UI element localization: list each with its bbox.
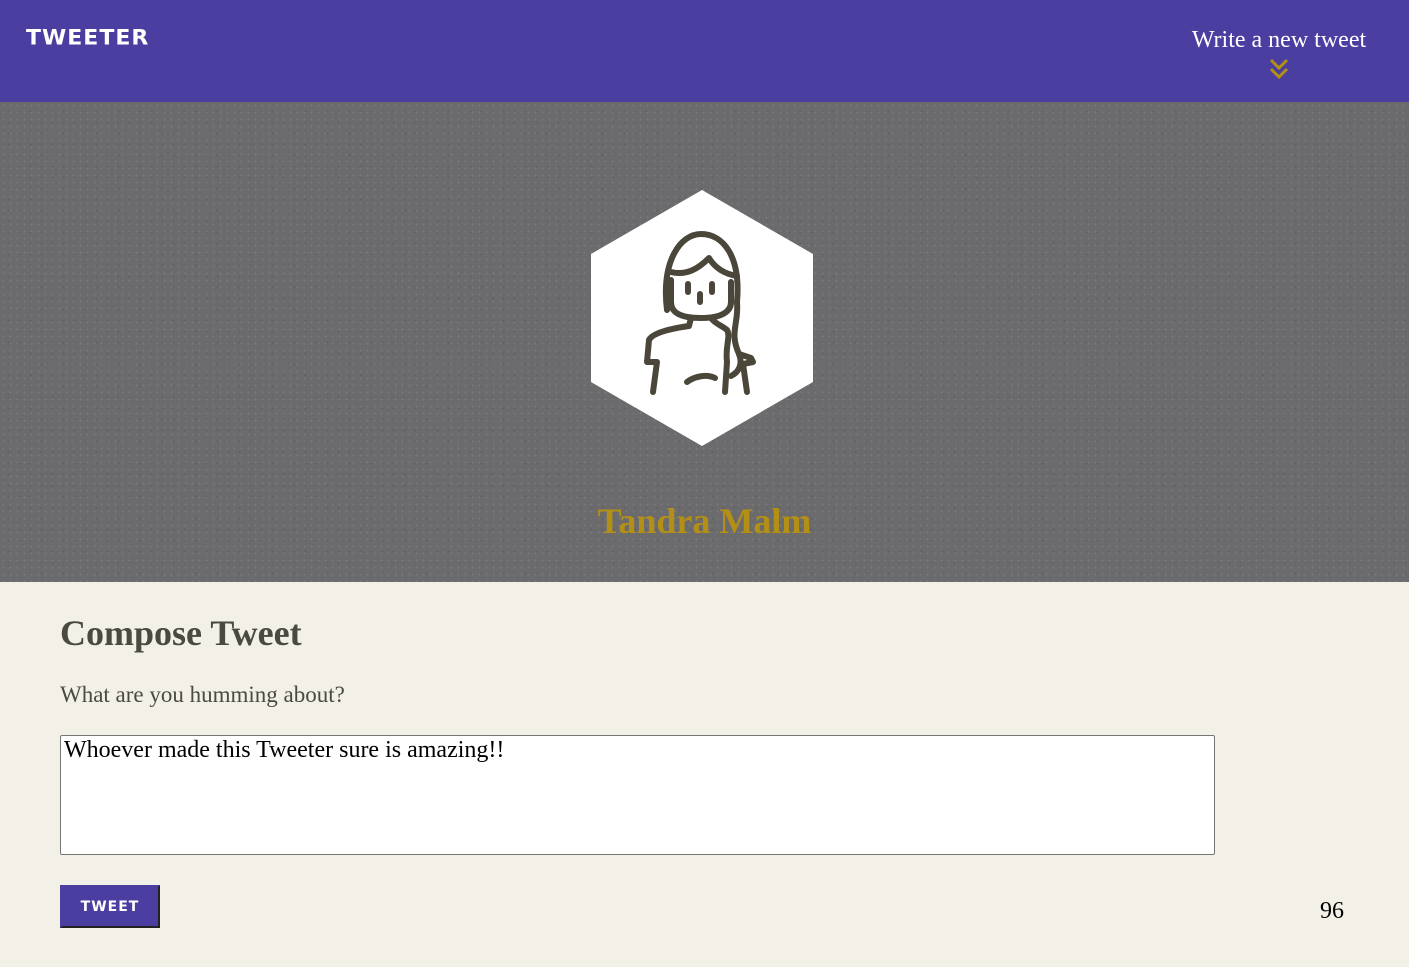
tweet-submit-button[interactable]: TWEET [60,885,160,928]
woman-avatar-icon [591,190,813,446]
character-counter: 96 [1320,898,1344,924]
compose-title: Compose Tweet [60,613,302,653]
profile-header: Tandra Malm [0,102,1409,582]
write-new-tweet-toggle[interactable]: Write a new tweet [1179,26,1379,80]
tweet-text-input[interactable]: Whoever made this Tweeter sure is amazin… [60,735,1215,855]
compose-prompt-label: What are you humming about? [60,682,345,707]
app-logo[interactable]: TWEETER [26,27,149,51]
double-chevron-down-icon[interactable] [1269,58,1289,80]
write-new-tweet-label[interactable]: Write a new tweet [1179,26,1379,54]
profile-name: Tandra Malm [597,501,812,541]
top-nav: TWEETER Write a new tweet [0,0,1409,102]
